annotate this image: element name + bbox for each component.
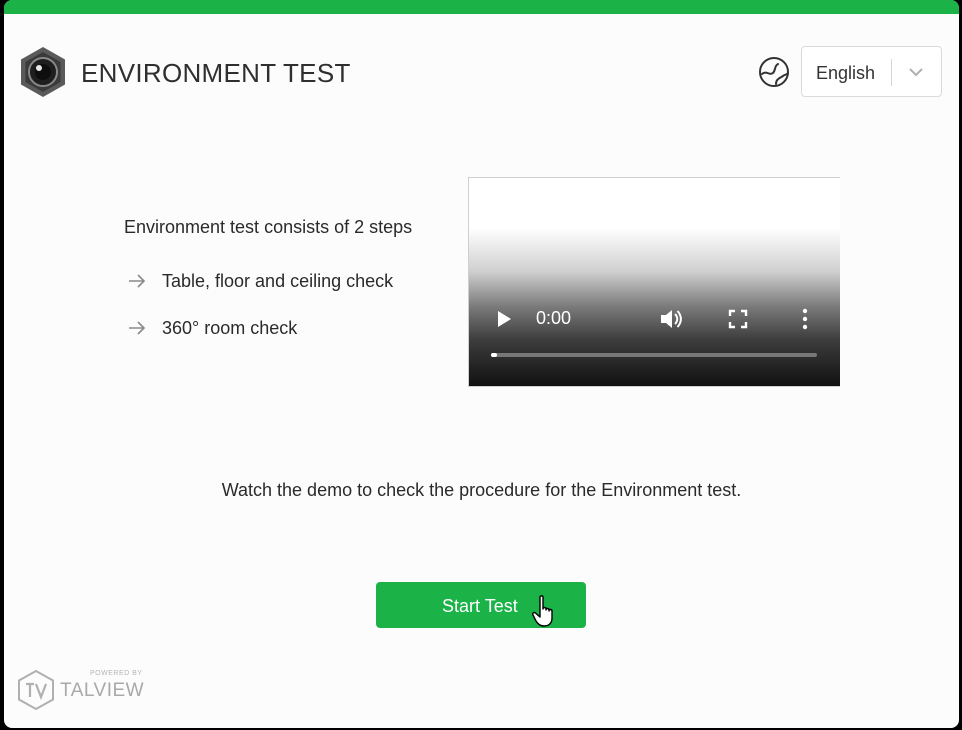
start-test-label: Start Test [442,596,518,616]
camera-lens-hexagon-icon [21,47,65,97]
select-divider [891,59,892,86]
instruction-text: Watch the demo to check the procedure fo… [221,480,742,500]
arrow-right-icon [129,321,146,335]
powered-by-text: POWERED BY [90,670,143,677]
hand-pointer-cursor-icon [532,595,553,627]
chevron-down-icon[interactable] [908,66,924,78]
video-time: 0:00 [536,308,572,328]
video-progress-bar[interactable] [491,353,817,357]
video-progress-thumb[interactable] [491,353,497,357]
app-window: ENVIRONMENT TEST English Environment tes… [4,0,959,728]
top-accent-bar [4,0,959,14]
globe-icon[interactable] [758,56,790,88]
arrow-right-icon [129,274,146,288]
fullscreen-icon[interactable] [728,309,748,329]
talview-logo-icon [18,670,54,710]
play-icon[interactable] [495,310,513,328]
page-title: ENVIRONMENT TEST [81,58,351,88]
language-select[interactable]: English [801,46,942,97]
powered-by-logo: POWERED BY TALVIEW [18,668,158,712]
steps-intro: Environment test consists of 2 steps [124,217,413,237]
brand-name: TALVIEW [60,680,145,701]
demo-video-player[interactable]: 0:00 [468,177,840,387]
more-options-icon[interactable] [801,308,809,330]
volume-icon[interactable] [659,308,683,330]
step-label: 360° room check [162,318,298,338]
step-label: Table, floor and ceiling check [162,271,394,291]
language-value: English [816,63,876,83]
